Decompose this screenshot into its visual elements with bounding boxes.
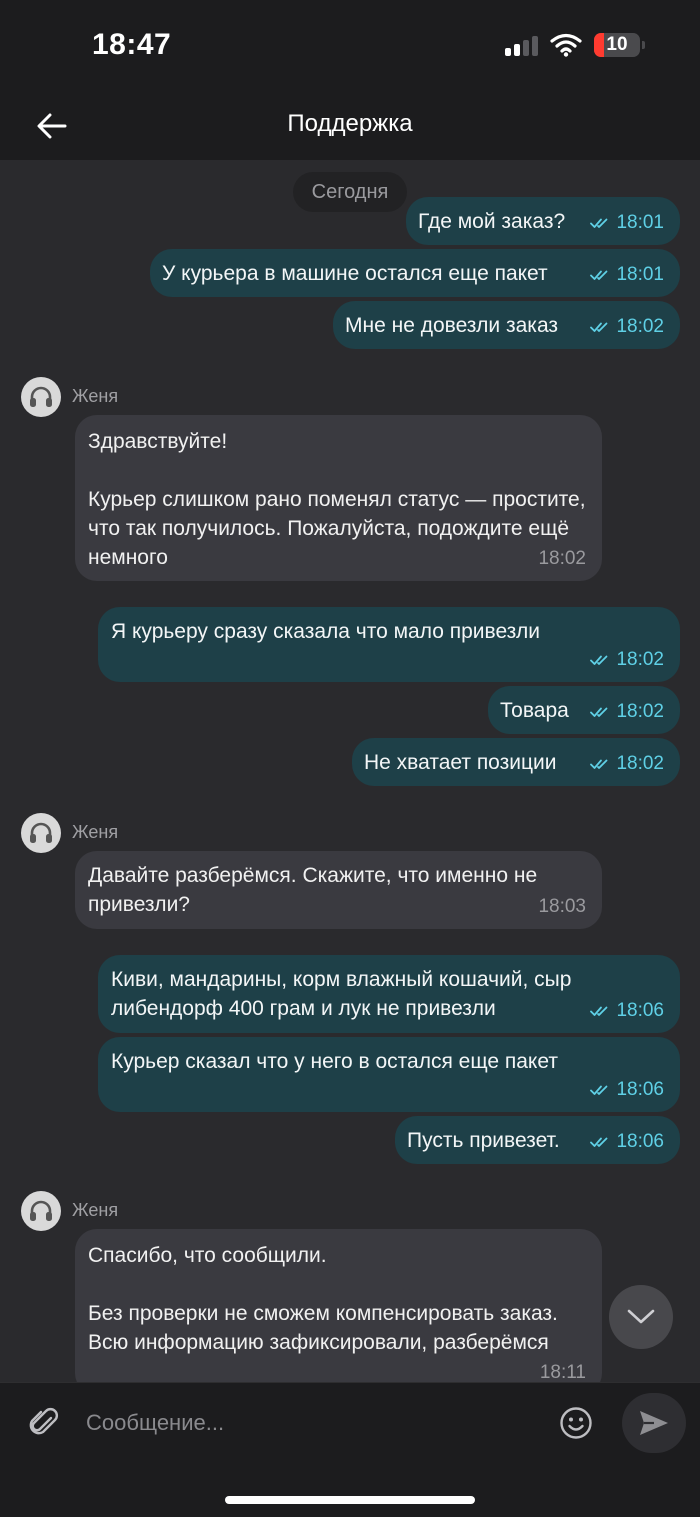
message-meta: 18:06 xyxy=(590,996,664,1025)
sender-name: Женя xyxy=(72,386,119,406)
outgoing-message[interactable]: Киви, мандарины, корм влажный кошачий, с… xyxy=(98,955,680,1033)
incoming-message[interactable]: Спасибо, что сообщили. Без проверки не с… xyxy=(75,1229,602,1382)
message-text: Киви, мандарины, корм влажный кошачий, с… xyxy=(111,968,578,1020)
message-meta: 18:02 xyxy=(590,645,664,674)
outgoing-message[interactable]: Не хватает позиции 18:02 xyxy=(352,738,680,786)
sender-name: Женя xyxy=(72,822,119,842)
double-check-icon xyxy=(590,270,608,280)
outgoing-message[interactable]: Я курьеру сразу сказала что мало привезл… xyxy=(98,607,680,682)
message-time: 18:06 xyxy=(616,1131,664,1152)
message-text: Курьер сказал что у него в остался еще п… xyxy=(111,1050,558,1073)
status-bar: 18:47 10 xyxy=(0,0,700,92)
message-time: 18:02 xyxy=(616,649,664,670)
page-title: Поддержка xyxy=(287,110,413,137)
double-check-icon xyxy=(590,707,608,717)
message-meta: 18:02 xyxy=(590,312,664,341)
message-meta: 18:06 xyxy=(590,1127,664,1156)
incoming-message[interactable]: Давайте разберёмся. Скажите, что именно … xyxy=(75,851,602,929)
message-text: У курьера в машине остался еще пакет xyxy=(162,262,548,285)
message-time: 18:02 xyxy=(538,548,586,569)
message-time: 18:11 xyxy=(539,1362,586,1382)
message-meta: 18:06 xyxy=(590,1075,664,1104)
support-headset-icon xyxy=(30,1200,52,1221)
support-avatar xyxy=(21,813,61,853)
double-check-icon xyxy=(590,1085,608,1095)
message-meta: 18:02 xyxy=(538,544,586,573)
smiley-icon xyxy=(560,1407,592,1439)
message-time: 18:06 xyxy=(616,1079,664,1100)
double-check-icon xyxy=(590,759,608,769)
emoji-button[interactable] xyxy=(556,1403,596,1443)
cellular-signal-icon xyxy=(505,34,538,56)
wifi-icon xyxy=(550,33,582,57)
outgoing-message[interactable]: Товара 18:02 xyxy=(488,686,680,734)
send-button[interactable] xyxy=(622,1393,686,1453)
incoming-message[interactable]: Здравствуйте! Курьер слишком рано поменя… xyxy=(75,415,602,581)
message-text: Где мой заказ? xyxy=(418,210,566,233)
outgoing-message[interactable]: Где мой заказ? 18:01 xyxy=(406,197,680,245)
message-text: Мне не довезли заказ xyxy=(345,314,559,337)
home-indicator-area xyxy=(0,1462,700,1517)
message-time: 18:01 xyxy=(616,212,664,233)
message-time: 18:02 xyxy=(616,753,664,774)
message-meta: 18:02 xyxy=(590,749,664,778)
date-separator: Сегодня xyxy=(293,172,407,212)
message-meta: 18:01 xyxy=(590,208,664,237)
double-check-icon xyxy=(590,218,608,228)
message-text: Спасибо, что сообщили. Без проверки не с… xyxy=(88,1244,558,1354)
battery-icon: 10 xyxy=(594,33,645,57)
sender-name: Женя xyxy=(72,1200,119,1220)
message-meta: 18:01 xyxy=(590,260,664,289)
app-header: Поддержка xyxy=(0,92,700,160)
message-text: Пусть привезет. xyxy=(407,1129,560,1152)
message-meta: 18:11 xyxy=(540,1358,586,1382)
message-text: Товара xyxy=(500,699,569,722)
message-text: Я курьеру сразу сказала что мало привезл… xyxy=(111,620,541,643)
support-headset-icon xyxy=(30,822,52,843)
message-time: 18:02 xyxy=(616,316,664,337)
message-text: Здравствуйте! Курьер слишком рано поменя… xyxy=(88,430,586,569)
message-text: Давайте разберёмся. Скажите, что именно … xyxy=(88,864,543,916)
message-time: 18:03 xyxy=(538,896,586,917)
support-avatar xyxy=(21,377,61,417)
home-indicator[interactable] xyxy=(225,1496,475,1504)
message-composer xyxy=(0,1382,700,1462)
send-arrow-icon xyxy=(640,1411,668,1435)
scroll-to-bottom-button[interactable] xyxy=(609,1285,673,1349)
outgoing-message[interactable]: Пусть привезет. 18:06 xyxy=(395,1116,680,1164)
message-time: 18:02 xyxy=(616,701,664,722)
double-check-icon xyxy=(590,1137,608,1147)
message-meta: 18:03 xyxy=(538,892,586,921)
message-meta: 18:02 xyxy=(590,697,664,726)
paperclip-icon xyxy=(29,1408,58,1435)
battery-level: 10 xyxy=(606,34,628,55)
message-input[interactable] xyxy=(86,1401,546,1445)
support-headset-icon xyxy=(30,386,52,407)
message-time: 18:01 xyxy=(616,264,664,285)
message-text: Не хватает позиции xyxy=(364,751,557,774)
message-time: 18:06 xyxy=(616,1000,664,1021)
status-time: 18:47 xyxy=(92,28,172,61)
outgoing-message[interactable]: У курьера в машине остался еще пакет 18:0… xyxy=(150,249,680,297)
double-check-icon xyxy=(590,655,608,665)
outgoing-message[interactable]: Курьер сказал что у него в остался еще п… xyxy=(98,1037,680,1112)
outgoing-message[interactable]: Мне не довезли заказ 18:02 xyxy=(333,301,680,349)
attach-button[interactable] xyxy=(24,1403,64,1443)
double-check-icon xyxy=(590,322,608,332)
chat-messages-area[interactable]: Сегодня Где мой заказ? 18:01 У курьера в м… xyxy=(0,160,700,1382)
double-check-icon xyxy=(590,1006,608,1016)
chevron-down-icon xyxy=(627,1309,655,1324)
status-icons: 10 xyxy=(505,33,645,57)
support-avatar xyxy=(21,1191,61,1231)
